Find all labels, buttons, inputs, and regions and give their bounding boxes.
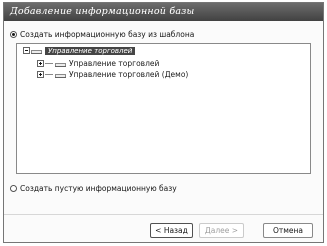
tree-connector bbox=[45, 74, 53, 75]
cancel-button[interactable]: Отмена bbox=[263, 223, 313, 238]
tree-child-label[interactable]: Управление торговлей (Демо) bbox=[69, 70, 188, 79]
expand-icon[interactable] bbox=[37, 60, 44, 67]
create-from-template-radio[interactable] bbox=[10, 31, 17, 38]
title-bar[interactable]: Добавление информационной базы bbox=[4, 3, 323, 21]
add-infobase-dialog: Добавление информационной базы Создать и… bbox=[3, 2, 324, 243]
template-tree[interactable]: Управление торговлей Управление торговле… bbox=[16, 43, 311, 174]
folder-icon bbox=[55, 71, 66, 78]
footer-divider bbox=[4, 214, 323, 215]
tree-root-label[interactable]: Управление торговлей bbox=[45, 46, 136, 55]
create-from-template-label[interactable]: Создать информационную базу из шаблона bbox=[20, 30, 194, 39]
next-button[interactable]: Далее > bbox=[199, 223, 244, 238]
create-empty-label[interactable]: Создать пустую информационную базу bbox=[20, 184, 177, 193]
tree-child-label[interactable]: Управление торговлей bbox=[69, 59, 159, 68]
expand-icon[interactable] bbox=[37, 71, 44, 78]
create-empty-radio[interactable] bbox=[10, 185, 17, 192]
folder-icon bbox=[55, 60, 66, 67]
tree-connector bbox=[45, 63, 53, 64]
tree-row-root[interactable]: Управление торговлей bbox=[23, 45, 136, 56]
window-title: Добавление информационной базы bbox=[10, 6, 195, 17]
back-button[interactable]: < Назад bbox=[150, 223, 193, 238]
tree-row-child-1[interactable]: Управление торговлей bbox=[37, 58, 159, 69]
tree-row-child-2[interactable]: Управление торговлей (Демо) bbox=[37, 69, 188, 80]
collapse-icon[interactable] bbox=[23, 47, 30, 54]
folder-icon bbox=[31, 47, 42, 54]
